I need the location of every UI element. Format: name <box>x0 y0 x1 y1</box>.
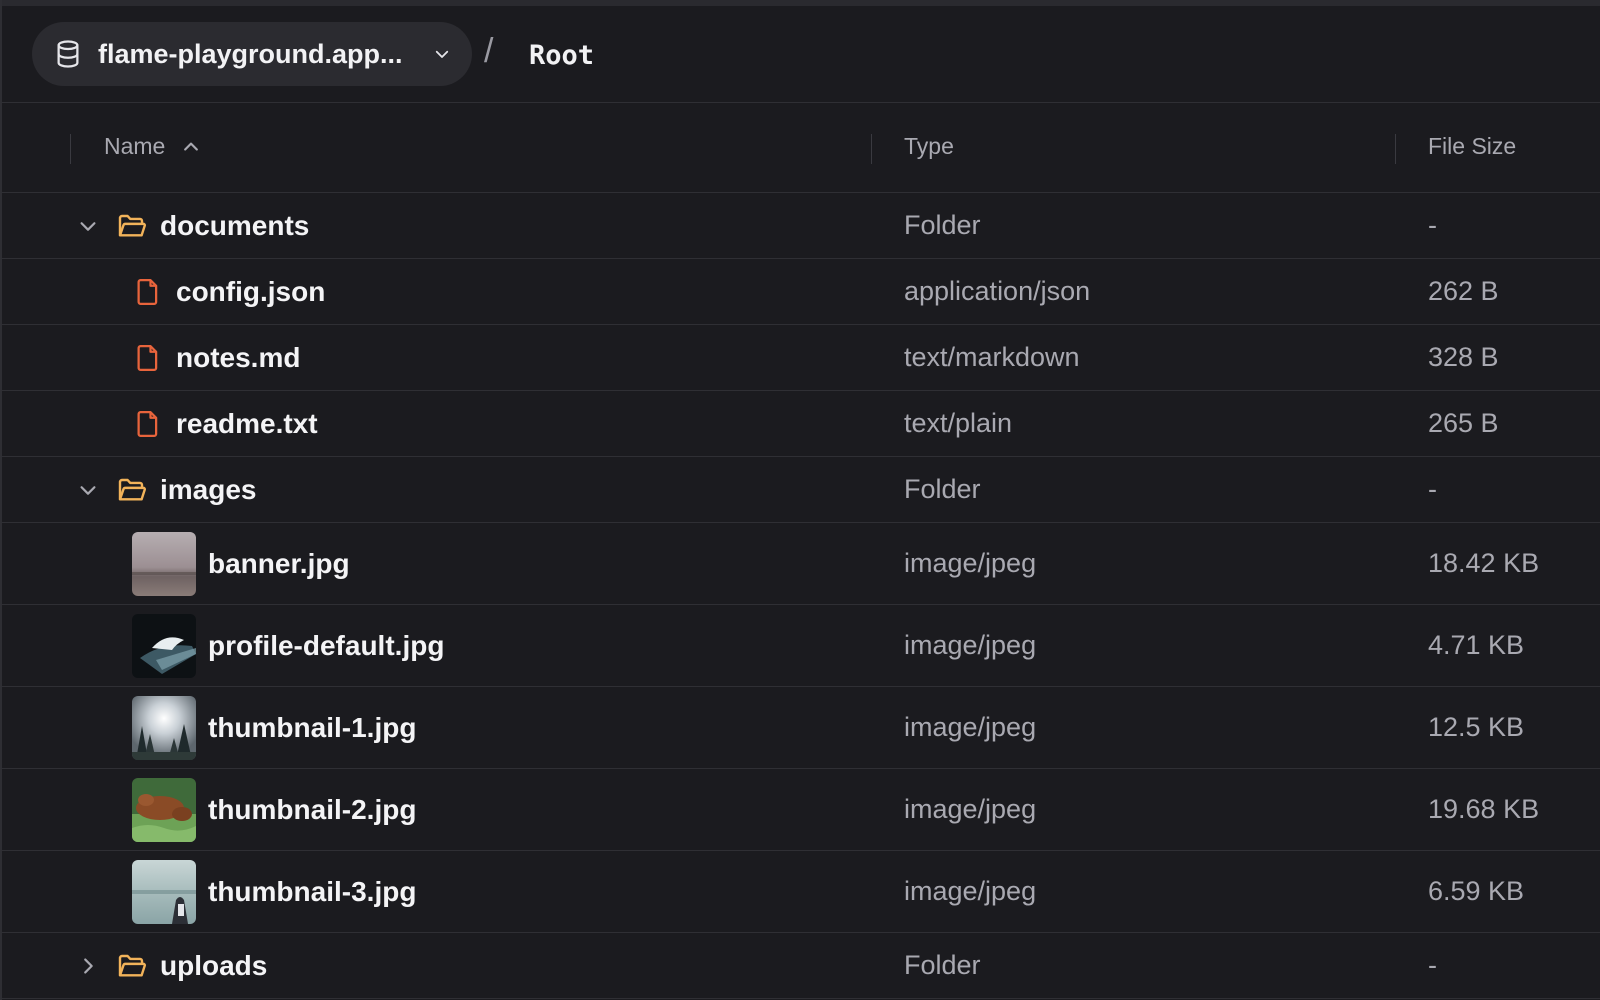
column-header-size-label: File Size <box>1428 133 1517 159</box>
file-icon <box>132 259 164 324</box>
bucket-selector[interactable]: flame-playground.app... <box>32 22 472 86</box>
table-header: Name Type File Size <box>0 103 1600 193</box>
table-row-image-thumbnail-2-jpg[interactable]: thumbnail-2.jpg image/jpeg 19.68 KB <box>0 769 1600 851</box>
table-row-folder-images[interactable]: images Folder - <box>0 457 1600 523</box>
row-type: image/jpeg <box>904 794 1037 824</box>
table-row-folder-documents[interactable]: documents Folder - <box>0 193 1600 259</box>
table-row-folder-uploads[interactable]: uploads Folder - <box>0 933 1600 999</box>
row-size: - <box>1428 210 1437 240</box>
row-type: image/jpeg <box>904 712 1037 742</box>
column-divider[interactable] <box>871 134 872 164</box>
image-thumbnail <box>132 777 196 842</box>
row-type: image/jpeg <box>904 548 1037 578</box>
breadcrumb-separator: / <box>484 32 494 70</box>
row-name: config.json <box>176 275 326 307</box>
row-name: thumbnail-3.jpg <box>208 875 417 907</box>
row-size: - <box>1428 950 1437 980</box>
file-icon <box>132 325 164 390</box>
sort-ascending-icon <box>181 136 203 158</box>
table-row-image-thumbnail-1-jpg[interactable]: thumbnail-1.jpg image/jpeg 12.5 KB <box>0 687 1600 769</box>
row-type: application/json <box>904 276 1091 306</box>
table-row-image-profile-default-jpg[interactable]: profile-default.jpg image/jpeg 4.71 KB <box>0 605 1600 687</box>
table-row-file-readme-txt[interactable]: readme.txt text/plain 265 B <box>0 391 1600 457</box>
row-name: profile-default.jpg <box>208 629 445 661</box>
row-size: 19.68 KB <box>1428 794 1540 824</box>
row-name: documents <box>160 209 310 241</box>
row-name: notes.md <box>176 341 301 373</box>
row-size: - <box>1428 474 1437 504</box>
database-icon <box>52 38 84 70</box>
row-type: text/markdown <box>904 342 1080 372</box>
row-name: banner.jpg <box>208 547 350 579</box>
table-row-image-banner-jpg[interactable]: banner.jpg image/jpeg 18.42 KB <box>0 523 1600 605</box>
image-thumbnail <box>132 859 196 924</box>
row-type: Folder <box>904 474 981 504</box>
row-type: image/jpeg <box>904 876 1037 906</box>
chevron-down-icon <box>430 42 454 66</box>
chevron-right-icon[interactable] <box>74 933 102 998</box>
table-row-file-notes-md[interactable]: notes.md text/markdown 328 B <box>0 325 1600 391</box>
table-row-image-thumbnail-3-jpg[interactable]: thumbnail-3.jpg image/jpeg 6.59 KB <box>0 851 1600 933</box>
folder-open-icon <box>116 193 148 258</box>
row-size: 6.59 KB <box>1428 876 1525 906</box>
bucket-name: flame-playground.app... <box>98 38 403 69</box>
image-thumbnail <box>132 695 196 760</box>
column-header-size[interactable]: File Size <box>1428 133 1516 160</box>
row-size: 12.5 KB <box>1428 712 1525 742</box>
column-divider[interactable] <box>1395 134 1396 164</box>
column-header-name-label: Name <box>104 133 166 159</box>
breadcrumb-bar: flame-playground.app... / Root <box>0 6 1600 103</box>
image-thumbnail <box>132 531 196 596</box>
row-size: 18.42 KB <box>1428 548 1540 578</box>
image-thumbnail <box>132 613 196 678</box>
column-header-name[interactable]: Name <box>104 133 203 160</box>
column-header-type-label: Type <box>904 133 954 159</box>
column-divider[interactable] <box>70 134 71 164</box>
row-name: readme.txt <box>176 407 318 439</box>
row-name: images <box>160 473 257 505</box>
row-type: Folder <box>904 210 981 240</box>
row-size: 262 B <box>1428 276 1499 306</box>
chevron-down-icon[interactable] <box>74 457 102 522</box>
row-size: 265 B <box>1428 408 1499 438</box>
file-icon <box>132 391 164 456</box>
row-type: Folder <box>904 950 981 980</box>
row-type: image/jpeg <box>904 630 1037 660</box>
breadcrumb-current[interactable]: Root <box>529 40 594 71</box>
folder-open-icon <box>116 457 148 522</box>
row-size: 328 B <box>1428 342 1499 372</box>
row-type: text/plain <box>904 408 1013 438</box>
row-size: 4.71 KB <box>1428 630 1525 660</box>
row-name: thumbnail-2.jpg <box>208 793 417 825</box>
chevron-down-icon[interactable] <box>74 193 102 258</box>
folder-open-icon <box>116 933 148 998</box>
row-name: uploads <box>160 949 268 981</box>
row-name: thumbnail-1.jpg <box>208 711 417 743</box>
column-header-type[interactable]: Type <box>904 133 954 160</box>
table-row-file-config-json[interactable]: config.json application/json 262 B <box>0 259 1600 325</box>
